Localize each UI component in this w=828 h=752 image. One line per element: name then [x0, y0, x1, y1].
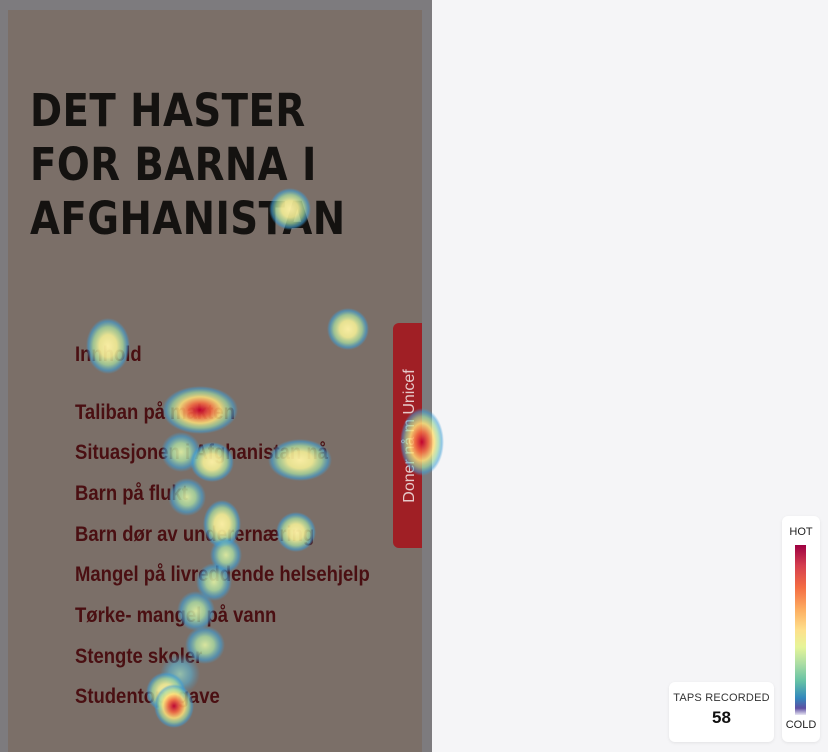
heat-legend: HOT COLD — [782, 516, 820, 742]
taps-recorded-count: 58 — [712, 708, 731, 727]
toc-link-studentoppgave[interactable]: Studentoppgave — [75, 685, 220, 709]
legend-color-scale — [795, 545, 806, 715]
legend-cold-label: COLD — [785, 719, 817, 731]
taps-recorded-label: TAPS RECORDED — [673, 692, 770, 704]
taps-recorded-card: TAPS RECORDED 58 — [669, 682, 774, 742]
toc-link-situasjonen[interactable]: Situasjonen i Afghanistan nå — [75, 441, 328, 465]
donate-tab-button[interactable]: Doner nå m Unicef — [393, 323, 422, 548]
toc-link-barn-pa-flukt[interactable]: Barn på flukt — [75, 482, 188, 506]
headline-line: AFGHANISTAN — [30, 192, 346, 245]
toc-link-taliban[interactable]: Taliban på makten — [75, 401, 235, 425]
toc-heading-innhold: Innhold — [75, 343, 142, 366]
donate-tab-label: Doner nå m Unicef — [400, 368, 418, 503]
device-frame: DET HASTER FOR BARNA I AFGHANISTAN Innho… — [0, 0, 432, 752]
legend-hot-label: HOT — [789, 526, 813, 538]
page-screen: DET HASTER FOR BARNA I AFGHANISTAN Innho… — [8, 10, 422, 752]
headline-line: FOR BARNA I — [30, 138, 317, 191]
toc-link-stengte-skoler[interactable]: Stengte skoler — [75, 645, 202, 669]
toc-link-helsehjelp[interactable]: Mangel på livreddende helsehjelp — [75, 563, 370, 587]
page-headline: DET HASTER FOR BARNA I AFGHANISTAN — [30, 84, 357, 246]
toc-link-torke[interactable]: Tørke- mangel på vann — [75, 604, 276, 628]
headline-line: DET HASTER — [30, 84, 306, 137]
toc-link-underernaering[interactable]: Barn dør av underernæring — [75, 523, 314, 547]
